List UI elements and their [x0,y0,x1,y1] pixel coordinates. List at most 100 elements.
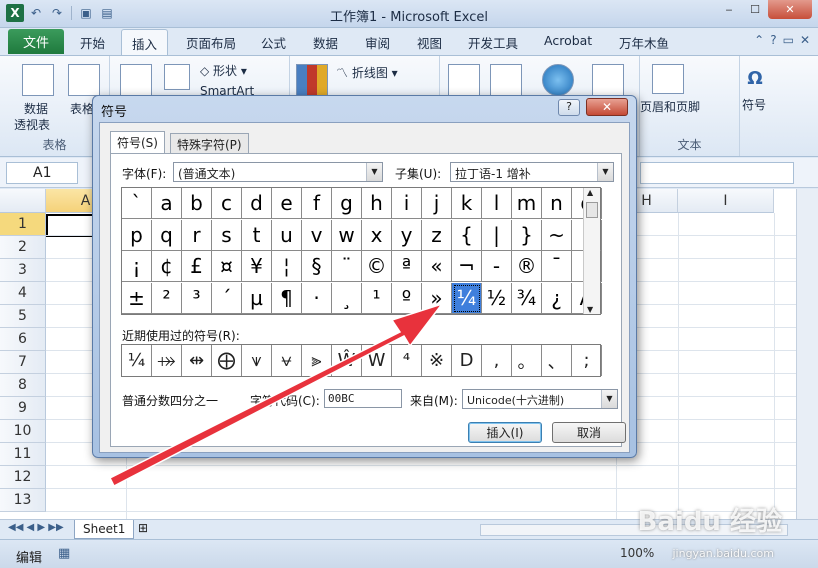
tab-review[interactable]: 审阅 [365,33,390,52]
row-header[interactable]: 3 [0,259,46,282]
row-header[interactable]: 12 [0,466,46,489]
recent-symbol-cell[interactable]: ⫸ [302,345,332,376]
row-header[interactable]: 10 [0,420,46,443]
recent-symbol-cell[interactable]: ⁴ [392,345,422,376]
symbol-cell[interactable]: c [212,188,242,219]
symbol-cell[interactable]: g [332,188,362,219]
tab-file[interactable]: 文件 [8,29,64,54]
recent-symbol-cell[interactable]: W [362,345,392,376]
slicer-icon[interactable] [490,64,522,96]
recent-symbol-cell[interactable]: ⨁ [212,345,242,376]
line-chart-label[interactable]: 〽 折线图 ▾ [336,64,398,81]
help-icon[interactable]: ? [770,33,776,47]
symbol-cell[interactable]: b [182,188,212,219]
symbol-cell[interactable]: µ [242,282,272,314]
sheet-tab-sheet1[interactable]: Sheet1 [74,520,135,539]
textbox-icon[interactable] [592,64,624,96]
column-header-i[interactable]: I [678,189,774,213]
symbol-cell[interactable]: ² [152,282,182,314]
symbol-cell[interactable]: u [272,219,302,251]
symbol-cell[interactable]: | [482,219,512,251]
pivot-table-icon[interactable] [22,64,54,96]
column-chart-icon[interactable] [296,64,328,96]
sheet-nav-arrows-icon[interactable]: ◀◀ ◀ ▶ ▶▶ [8,522,64,533]
dialog-help-button[interactable]: ? [558,99,580,116]
row-header[interactable]: 9 [0,397,46,420]
symbol-cell[interactable]: ´ [212,282,242,314]
row-header[interactable]: 1 [0,213,46,236]
row-header[interactable]: 6 [0,328,46,351]
symbol-cell[interactable]: ¨ [332,251,362,282]
symbol-cell[interactable]: k [452,188,482,219]
recent-symbol-cell[interactable]: D [452,345,482,376]
close-workbook-icon[interactable]: ✕ [800,33,810,47]
symbol-cell[interactable]: s [212,219,242,251]
symbol-cell[interactable]: m [512,188,542,219]
font-select[interactable]: (普通文本) ▼ [173,162,383,182]
macro-record-icon[interactable]: ▦ [58,546,70,561]
dialog-close-button[interactable]: ✕ [586,98,628,116]
symbol-cell[interactable]: z [422,219,452,251]
symbol-cell[interactable]: ¬ [452,251,482,282]
row-header[interactable]: 4 [0,282,46,305]
recent-symbol-cell[interactable]: 。 [512,345,542,376]
symbol-cell[interactable]: p [122,219,152,251]
recent-symbol-cell[interactable]: Ŵ [332,345,362,376]
scroll-thumb[interactable] [586,202,598,218]
symbol-cell[interactable]: n [542,188,572,219]
row-header[interactable]: 11 [0,443,46,466]
vertical-scrollbar[interactable] [796,189,818,519]
symbol-cell[interactable]: « [422,251,452,282]
ribbon-minimize-icon[interactable]: ⌃ [754,33,764,47]
symbol-cell[interactable]: · [302,282,332,314]
symbol-cell[interactable]: ¦ [272,251,302,282]
symbol-cell[interactable]: ¡ [122,251,152,282]
tab-data[interactable]: 数据 [313,33,338,52]
minimize-button[interactable]: ‒ [716,0,742,19]
recent-symbol-cell[interactable]: ※ [422,345,452,376]
symbol-cell[interactable]: ¹ [362,282,392,314]
symbol-cell[interactable]: v [302,219,332,251]
symbol-cell[interactable]: w [332,219,362,251]
symbol-cell[interactable]: ~ [542,219,572,251]
recent-symbol-cell[interactable]: ⤀ [152,345,182,376]
symbol-cell[interactable]: ¤ [212,251,242,282]
new-sheet-icon[interactable]: ⊞ [138,521,148,535]
cancel-button[interactable]: 取消 [552,422,626,443]
symbol-cell[interactable]: f [302,188,332,219]
chevron-down-icon[interactable]: ▼ [597,163,613,181]
table-label[interactable]: 表格 [70,100,94,117]
tab-home[interactable]: 开始 [80,33,105,52]
picture-icon[interactable] [120,64,152,96]
chevron-down-icon[interactable]: ▼ [601,390,617,408]
symbol-cell[interactable]: i [392,188,422,219]
symbol-cell[interactable]: - [482,251,512,282]
symbol-cell[interactable]: x [362,219,392,251]
symbol-cell[interactable]: ± [122,282,152,314]
symbol-cell[interactable]: ¿ [542,282,572,314]
tab-symbols[interactable]: 符号(S) [110,131,165,154]
symbol-cell[interactable]: { [452,219,482,251]
symbol-cell-selected[interactable]: ¼ [452,282,482,314]
row-header[interactable]: 5 [0,305,46,328]
subset-select[interactable]: 拉丁语-1 增补 ▼ [450,162,614,182]
symbol-cell[interactable]: } [512,219,542,251]
table-icon[interactable] [68,64,100,96]
row-header[interactable]: 8 [0,374,46,397]
recent-symbol-cell[interactable]: , [482,345,512,376]
close-window-button[interactable]: ✕ [768,0,812,19]
clipart-icon[interactable] [164,64,190,90]
symbol-cell[interactable]: ½ [482,282,512,314]
symbol-cell[interactable]: j [422,188,452,219]
symbol-cell[interactable]: l [482,188,512,219]
select-all-corner[interactable] [0,189,46,213]
symbol-cell[interactable]: £ [182,251,212,282]
symbol-cell[interactable]: ¸ [332,282,362,314]
symbol-cell[interactable]: h [362,188,392,219]
pivot-label-1[interactable]: 数据 [24,100,48,117]
omega-symbol-icon[interactable]: Ω [740,64,770,94]
symbol-cell[interactable]: t [242,219,272,251]
recent-symbol-cell[interactable]: ; [572,345,602,376]
row-header[interactable]: 2 [0,236,46,259]
symbol-cell[interactable]: ` [122,188,152,219]
